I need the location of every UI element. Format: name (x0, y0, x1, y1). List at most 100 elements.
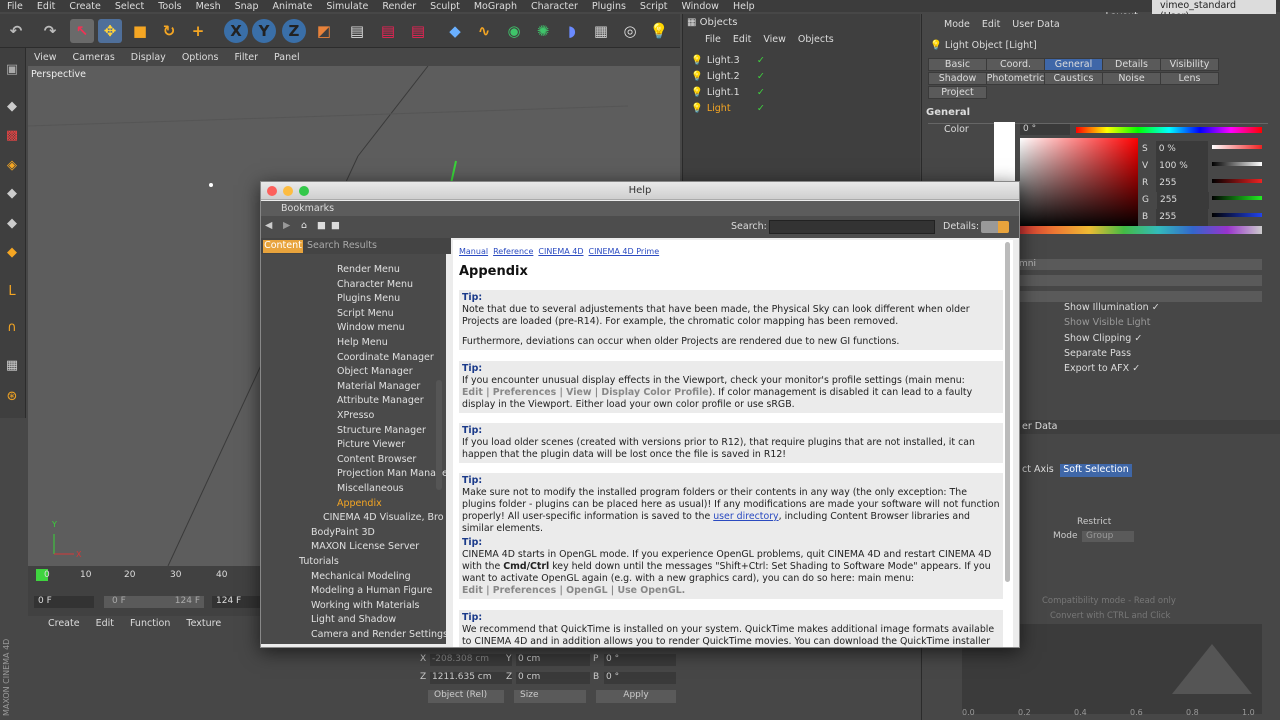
rotate-tool-icon[interactable]: ↻ (157, 19, 181, 43)
polygons-mode-icon[interactable]: ◆ (1, 241, 23, 263)
floor-icon[interactable]: ▦ (589, 19, 613, 43)
coord-field[interactable]: 1211.635 cm (430, 672, 512, 684)
tree-item[interactable]: Help Menu (337, 336, 388, 350)
channel-value[interactable]: 0 % (1155, 141, 1208, 158)
color-picker-square[interactable] (1020, 138, 1138, 228)
zoom-icon[interactable] (299, 186, 309, 196)
cube-icon[interactable]: ◆ (443, 19, 467, 43)
tab-soft-selection[interactable]: Soft Selection (1060, 464, 1132, 477)
make-editable-icon[interactable]: ▣ (1, 58, 23, 80)
objects-menu-edit[interactable]: Edit (733, 34, 751, 45)
material-menu-create[interactable]: Create (48, 618, 80, 629)
bookmark-icon[interactable]: ■ (317, 220, 326, 231)
tree-item[interactable]: CINEMA 4D Visualize, Bro (323, 511, 444, 525)
viewport-menu-view[interactable]: View (26, 52, 65, 63)
tree-item[interactable]: Miscellaneous (337, 482, 404, 496)
tab-shadow[interactable]: Shadow (928, 72, 987, 85)
hue-slider[interactable] (1076, 127, 1262, 133)
tree-scrollbar[interactable] (436, 380, 442, 490)
breadcrumb-link[interactable]: CINEMA 4D Prime (589, 247, 660, 256)
tree-item[interactable]: Modeling a Human Figure (311, 584, 432, 598)
tree-item[interactable]: Window menu (337, 321, 405, 335)
channel-value[interactable]: 255 (1156, 175, 1209, 192)
snap-icon[interactable]: ▦ (1, 354, 23, 376)
redo-icon[interactable]: ↷ (38, 19, 62, 43)
viewport-menu-display[interactable]: Display (123, 52, 174, 63)
objects-menu-view[interactable]: View (763, 34, 786, 45)
apply-button[interactable]: Apply (596, 690, 676, 703)
minimize-icon[interactable] (283, 186, 293, 196)
move-tool-icon[interactable]: ✥ (98, 19, 122, 43)
show-illumination-row[interactable]: Show Illumination ✓ (1064, 300, 1160, 315)
scale-tool-icon[interactable]: ■ (128, 19, 152, 43)
tree-item[interactable]: XPresso (337, 409, 374, 423)
tree-item[interactable]: Character Menu (337, 278, 413, 292)
tab-noise[interactable]: Noise (1102, 72, 1161, 85)
y-axis-icon[interactable]: Y (252, 19, 276, 43)
tree-item[interactable]: Coordinate Manager (337, 351, 434, 365)
tree-item[interactable]: Content Browser (337, 453, 416, 467)
forward-icon[interactable]: ▶ (283, 220, 290, 231)
visible-check-icon[interactable]: ✓ (757, 87, 765, 98)
print-icon[interactable]: ■ (331, 220, 340, 231)
edges-mode-icon[interactable]: ◆ (1, 212, 23, 234)
menu-window[interactable]: Window (674, 1, 725, 12)
channel-value[interactable]: 255 (1156, 209, 1209, 226)
tree-item[interactable]: Attribute Manager (337, 394, 424, 408)
export-afx-row[interactable]: Export to AFX ✓ (1064, 361, 1160, 376)
attr-menu-userdata[interactable]: User Data (1012, 19, 1059, 30)
g-slider[interactable] (1212, 196, 1262, 200)
tab-search-results[interactable]: Search Results (307, 240, 377, 251)
separate-pass-row[interactable]: Separate Pass (1064, 346, 1160, 361)
tree-item[interactable]: Structure Manager (337, 424, 426, 438)
coord-size-dropdown[interactable]: Size (514, 690, 586, 703)
deformer-icon[interactable]: ◗ (560, 19, 584, 43)
material-menu-function[interactable]: Function (130, 618, 170, 629)
tree-item[interactable]: Tutorials (299, 555, 339, 569)
tree-item-selected[interactable]: Appendix (337, 497, 382, 511)
breadcrumb-link[interactable]: Reference (493, 247, 533, 256)
menu-create[interactable]: Create (62, 1, 108, 12)
menu-animate[interactable]: Animate (266, 1, 320, 12)
menu-plugins[interactable]: Plugins (585, 1, 633, 12)
undo-icon[interactable]: ↶ (4, 19, 28, 43)
object-row[interactable]: 💡 Light.1 ✓ (691, 84, 916, 100)
check-icon[interactable]: ✓ (1134, 333, 1142, 344)
visible-check-icon[interactable]: ✓ (757, 71, 765, 82)
user-directory-link[interactable]: user directory (713, 511, 778, 522)
type-dropdown[interactable]: mni (1016, 259, 1262, 270)
tree-item[interactable]: Picture Viewer (337, 438, 405, 452)
shadow-dropdown[interactable] (1016, 275, 1262, 286)
menu-script[interactable]: Script (633, 1, 675, 12)
tab-coord[interactable]: Coord. (986, 58, 1045, 71)
camera-icon[interactable]: ◎ (618, 19, 642, 43)
attr-menu-mode[interactable]: Mode (944, 19, 970, 30)
content-scrollbar[interactable] (1005, 242, 1010, 582)
breadcrumb-link[interactable]: Manual (459, 247, 488, 256)
home-icon[interactable]: ⌂ (301, 220, 307, 231)
viewport-menu-panel[interactable]: Panel (266, 52, 308, 63)
tree-item[interactable]: Working with Materials (311, 599, 420, 613)
model-mode-icon[interactable]: ◆ (1, 95, 23, 117)
back-icon[interactable]: ◀ (265, 220, 272, 231)
visible-check-icon[interactable]: ✓ (757, 103, 765, 114)
mograph-icon[interactable]: ✺ (531, 19, 555, 43)
menu-character[interactable]: Character (524, 1, 585, 12)
tab-general[interactable]: General (1044, 58, 1103, 71)
group-dropdown[interactable]: Group (1082, 531, 1134, 542)
tab-lens[interactable]: Lens (1160, 72, 1219, 85)
restrict-label[interactable]: Restrict (1077, 517, 1111, 527)
frame-range-slider[interactable]: 0 F 124 F (104, 596, 204, 608)
texture-mode-icon[interactable]: ▩ (1, 124, 23, 146)
tab-photometric[interactable]: Photometric (986, 72, 1045, 85)
tree-item[interactable]: MAXON License Server (311, 540, 419, 554)
spline-icon[interactable]: ∿ (472, 19, 496, 43)
axis-mode-icon[interactable]: L (1, 280, 23, 302)
menu-tools[interactable]: Tools (151, 1, 188, 12)
render-settings-icon[interactable]: ▤ (406, 19, 430, 43)
material-menu-texture[interactable]: Texture (186, 618, 221, 629)
menu-snap[interactable]: Snap (228, 1, 266, 12)
v-slider[interactable] (1212, 162, 1262, 166)
selection-tool-icon[interactable]: ↖ (70, 19, 94, 43)
coord-field[interactable]: 0 ° (604, 654, 676, 666)
